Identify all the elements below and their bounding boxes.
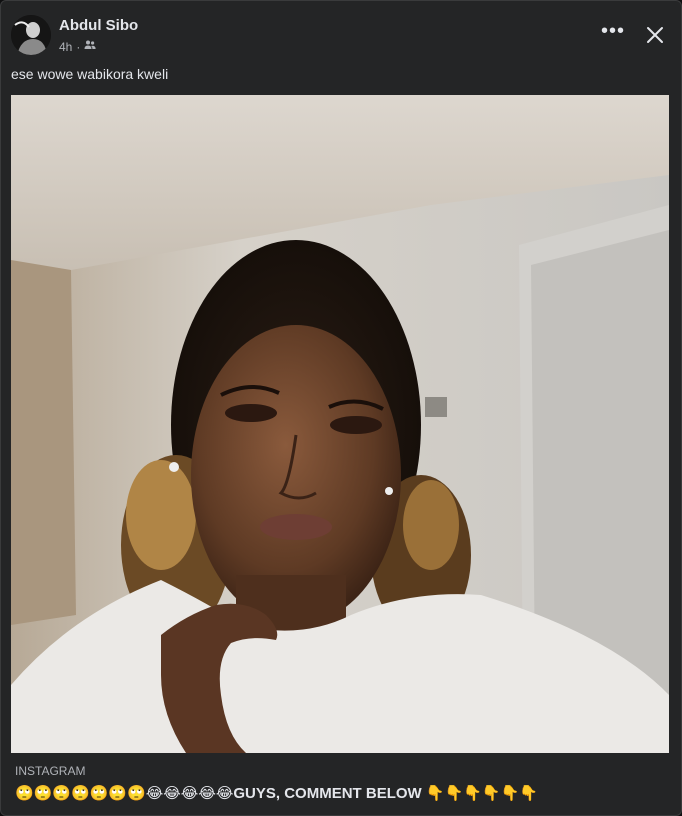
link-preview[interactable]: INSTAGRAM 🙄🙄🙄🙄🙄🙄🙄😂😂😂😂😂GUYS, COMMENT BELO… <box>11 753 671 813</box>
friends-icon <box>84 39 96 54</box>
meta-separator: · <box>76 39 81 54</box>
avatar[interactable] <box>11 15 51 55</box>
post-caption: ese wowe wabikora kweli <box>11 66 169 82</box>
post-card: Abdul Sibo 4h · ••• ese wowe wabikora kw… <box>0 0 682 816</box>
post-header: Abdul Sibo 4h · ••• <box>11 13 671 59</box>
link-source: INSTAGRAM <box>15 764 86 778</box>
emoji-prefix: 🙄🙄🙄🙄🙄🙄🙄😂😂😂😂😂 <box>15 785 234 802</box>
link-title-text: GUYS, COMMENT BELOW <box>233 785 422 802</box>
link-title[interactable]: 🙄🙄🙄🙄🙄🙄🙄😂😂😂😂😂GUYS, COMMENT BELOW 👇👇👇👇👇👇 <box>15 784 538 802</box>
post-time[interactable]: 4h <box>59 40 72 54</box>
emoji-suffix: 👇👇👇👇👇👇 <box>425 785 538 802</box>
post-photo[interactable] <box>11 95 669 753</box>
close-icon <box>647 27 663 43</box>
author-name[interactable]: Abdul Sibo <box>59 17 138 34</box>
post-meta: 4h · <box>59 39 96 54</box>
close-button[interactable] <box>641 21 669 49</box>
more-options-button[interactable]: ••• <box>599 21 627 47</box>
